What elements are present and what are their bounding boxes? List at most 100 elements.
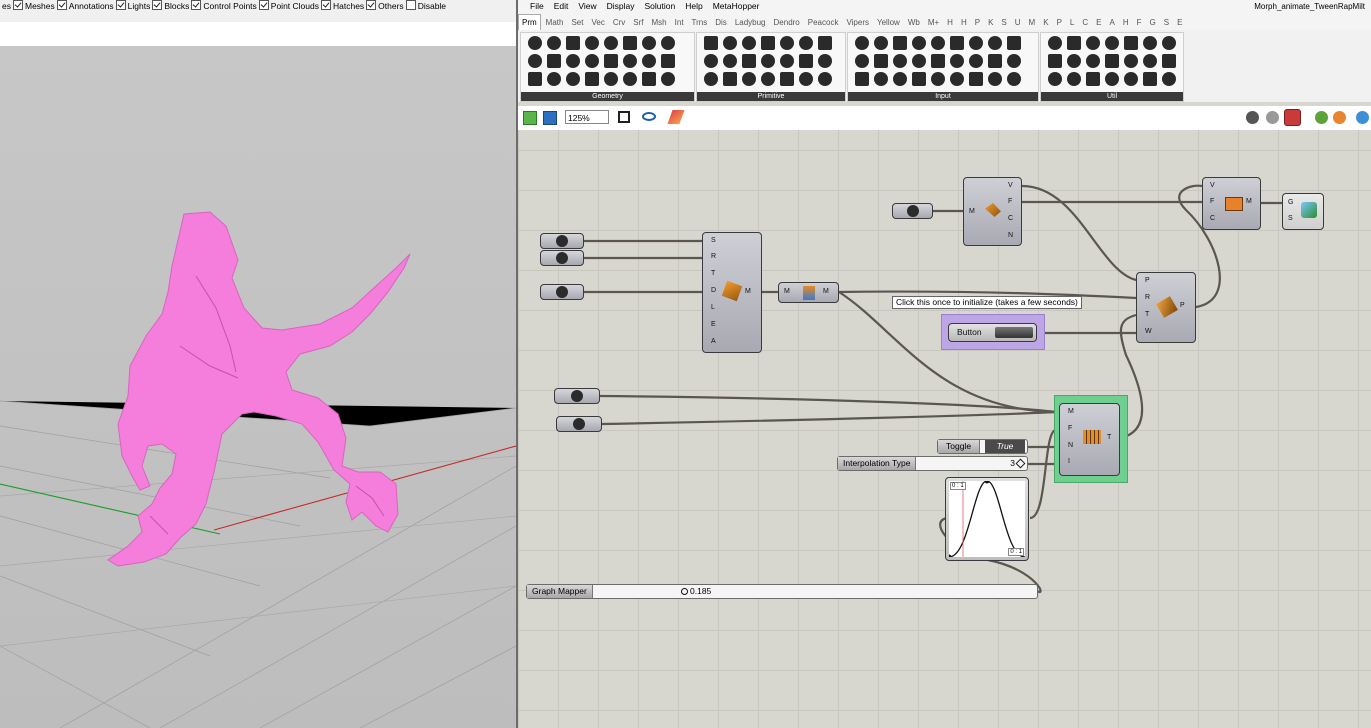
ribbon-component-icon[interactable] [893,54,907,68]
graph-curve[interactable] [949,481,1025,557]
tab-23[interactable]: M [1026,15,1039,30]
raptor-mesh[interactable] [107,211,411,567]
input-port[interactable]: T [711,270,715,277]
ribbon-component-icon[interactable] [799,72,813,86]
tab-33[interactable]: S [1161,15,1172,30]
input-port[interactable]: M [1068,408,1074,415]
ribbon-component-icon[interactable] [1086,72,1100,86]
gh-canvas[interactable]: S R T D L E A M M M M V F C N V F C M G … [518,130,1371,728]
ribbon-component-icon[interactable] [818,36,832,50]
input-port[interactable]: L [711,304,715,311]
ribbon-component-icon[interactable] [1086,36,1100,50]
ribbon-component-icon[interactable] [547,72,561,86]
input-port[interactable]: R [1145,294,1150,301]
filter-checkbox[interactable] [258,0,269,10]
tab-15[interactable]: Wb [905,15,923,30]
ribbon-component-icon[interactable] [1048,36,1062,50]
ribbon-component-icon[interactable] [661,72,675,86]
ribbon-component-icon[interactable] [780,54,794,68]
morph-component[interactable]: S R T D L E A M [702,232,762,353]
ribbon-component-icon[interactable] [855,54,869,68]
tab-20[interactable]: K [985,15,996,30]
open-file-icon[interactable] [523,111,537,125]
ribbon-component-icon[interactable] [723,72,737,86]
ribbon-component-icon[interactable] [969,72,983,86]
input-port[interactable]: A [711,338,716,345]
filter-item-8[interactable]: Others [366,0,404,12]
ribbon-component-icon[interactable] [1048,54,1062,68]
filter-item-9[interactable]: Disable [405,0,446,12]
filter-item-6[interactable]: Point Clouds [258,0,319,12]
ribbon-component-icon[interactable] [547,36,561,50]
ribbon-component-icon[interactable] [604,36,618,50]
filter-item-1[interactable]: Meshes [12,0,55,12]
input-port[interactable]: S [1288,215,1293,222]
ribbon-component-icon[interactable] [528,72,542,86]
ribbon-component-icon[interactable] [1105,36,1119,50]
ribbon-component-icon[interactable] [988,36,1002,50]
ribbon-component-icon[interactable] [704,72,718,86]
rhino-perspective-viewport[interactable] [0,46,516,728]
ribbon-component-icon[interactable] [874,36,888,50]
ribbon-component-icon[interactable] [988,54,1002,68]
preview-eye-icon[interactable] [642,112,656,121]
tab-17[interactable]: H [944,15,956,30]
ribbon-component-icon[interactable] [1143,54,1157,68]
tab-21[interactable]: S [998,15,1009,30]
ribbon-component-icon[interactable] [893,36,907,50]
ribbon-component-icon[interactable] [1007,72,1021,86]
document-preview-icon[interactable] [1333,111,1346,124]
tab-18[interactable]: H [958,15,970,30]
ribbon-component-icon[interactable] [799,54,813,68]
shaded-mode-icon[interactable] [1284,109,1301,126]
tab-10[interactable]: Ladybug [732,15,769,30]
ribbon-component-icon[interactable] [1162,54,1176,68]
ribbon-component-icon[interactable] [1007,36,1021,50]
output-port[interactable]: M [823,288,829,295]
slider-grip-icon[interactable] [681,588,688,595]
ribbon-component-icon[interactable] [1105,72,1119,86]
input-port[interactable]: N [1068,442,1073,449]
ribbon-component-icon[interactable] [912,54,926,68]
ribbon-component-icon[interactable] [604,54,618,68]
ribbon-component-icon[interactable] [931,72,945,86]
tab-24[interactable]: K [1040,15,1051,30]
input-port[interactable]: I [1068,458,1070,465]
ribbon-component-icon[interactable] [566,54,580,68]
mesh-param-left-1[interactable] [554,388,600,404]
filter-checkbox[interactable] [405,0,416,10]
input-port[interactable]: C [1210,215,1215,222]
ribbon-component-icon[interactable] [912,72,926,86]
ribbon-component-icon[interactable] [780,72,794,86]
ribbon-component-icon[interactable] [623,72,637,86]
tab-16[interactable]: M+ [925,15,942,30]
input-port[interactable]: P [1145,277,1150,284]
ribbon-component-icon[interactable] [893,72,907,86]
mesh-param-left-2[interactable] [556,416,602,432]
ribbon-component-icon[interactable] [874,54,888,68]
menu-help[interactable]: Help [685,1,702,11]
ribbon-component-icon[interactable] [818,54,832,68]
input-port[interactable]: V [1210,182,1215,189]
tab-9[interactable]: Dis [712,15,730,30]
ribbon-component-icon[interactable] [704,54,718,68]
ribbon-component-icon[interactable] [874,72,888,86]
ribbon-component-icon[interactable] [723,36,737,50]
tab-25[interactable]: P [1054,15,1065,30]
ribbon-component-icon[interactable] [566,36,580,50]
ribbon-component-icon[interactable] [969,54,983,68]
filter-checkbox[interactable] [12,0,23,10]
tab-6[interactable]: Msh [649,15,670,30]
output-port[interactable]: P [1180,302,1185,309]
ribbon-component-icon[interactable] [969,36,983,50]
ribbon-component-icon[interactable] [623,54,637,68]
ribbon-component-icon[interactable] [742,72,756,86]
menu-edit[interactable]: Edit [554,1,569,11]
custom-preview-component[interactable]: G S [1282,193,1324,230]
tab-34[interactable]: E [1174,15,1185,30]
ribbon-component-icon[interactable] [950,72,964,86]
tab-32[interactable]: G [1147,15,1159,30]
ribbon-component-icon[interactable] [799,36,813,50]
ribbon-component-icon[interactable] [1143,36,1157,50]
render-settings-icon[interactable] [1356,111,1369,124]
